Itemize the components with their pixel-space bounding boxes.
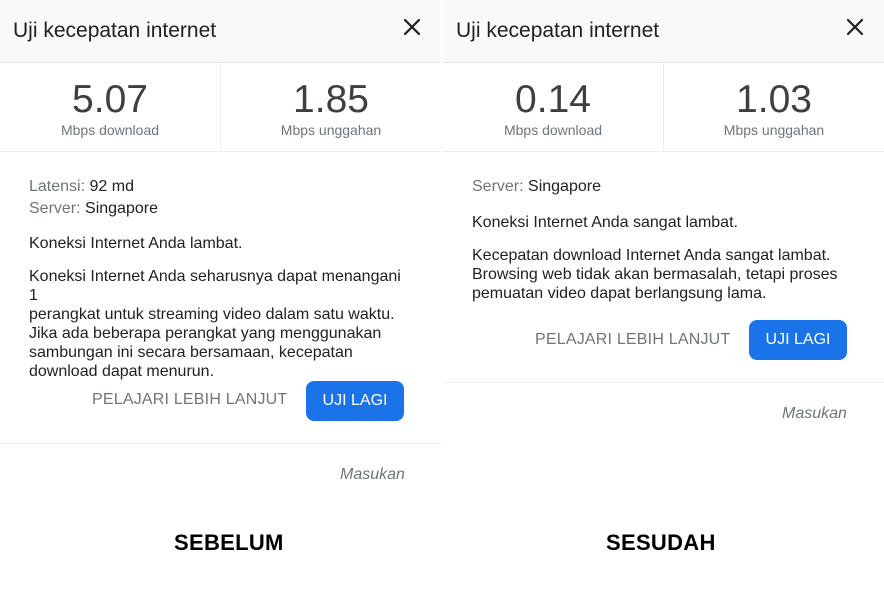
details-line: pemuatan video dapat berlangsung lama. xyxy=(472,285,767,302)
details-line: download dapat menurun. xyxy=(29,363,215,380)
details-text: Kecepatan download Internet Anda sangat … xyxy=(472,246,855,303)
details-text: Koneksi Internet Anda seharusnya dapat m… xyxy=(29,267,412,381)
feedback-link[interactable]: Masukan xyxy=(782,405,847,423)
panel-header: Uji kecepatan internet xyxy=(0,0,441,63)
caption-label: SEBELUM xyxy=(174,530,284,555)
server-value: Singapore xyxy=(528,178,601,195)
learn-more-button[interactable]: PELAJARI LEBIH LANJUT xyxy=(535,331,730,349)
feedback-link[interactable]: Masukan xyxy=(340,466,405,484)
download-unit: Mbps download xyxy=(60,122,160,138)
panel-title: Uji kecepatan internet xyxy=(456,19,660,42)
latency-value: 92 md xyxy=(89,178,134,195)
server-line: Server: Singapore xyxy=(29,199,412,218)
upload-unit: Mbps unggahan xyxy=(280,122,382,138)
details-line: perangkat untuk streaming video dalam sa… xyxy=(29,306,395,323)
upload-unit: Mbps unggahan xyxy=(723,122,825,138)
latency-label: Latensi: xyxy=(29,178,86,195)
details-line: sambungan ini secara bersamaan, kecepata… xyxy=(29,344,353,361)
upload-stat: 1.85 Mbps unggahan xyxy=(220,63,441,151)
retry-button[interactable]: UJI LAGI xyxy=(749,320,847,360)
divider xyxy=(443,382,884,383)
details-line: Kecepatan download Internet Anda sangat … xyxy=(472,247,831,264)
details-line: Jika ada beberapa perangkat yang menggun… xyxy=(29,325,382,342)
download-value: 0.14 xyxy=(515,78,591,121)
upload-value: 1.85 xyxy=(293,78,369,121)
upload-stat: 1.03 Mbps unggahan xyxy=(663,63,884,151)
server-line: Server: Singapore xyxy=(472,177,855,196)
server-label: Server: xyxy=(29,200,81,217)
server-value: Singapore xyxy=(85,200,158,217)
learn-more-button[interactable]: PELAJARI LEBIH LANJUT xyxy=(92,391,287,409)
details-line: Koneksi Internet Anda seharusnya dapat m… xyxy=(29,268,401,304)
download-stat: 5.07 Mbps download xyxy=(0,63,220,151)
speed-stats: 5.07 Mbps download 1.85 Mbps unggahan xyxy=(0,63,441,152)
summary-text: Koneksi Internet Anda lambat. xyxy=(29,235,243,252)
retry-button[interactable]: UJI LAGI xyxy=(306,381,404,421)
summary-text: Koneksi Internet Anda sangat lambat. xyxy=(472,214,738,231)
speed-test-panel-after: Uji kecepatan internet 0.14 Mbps downloa… xyxy=(443,0,884,609)
close-icon[interactable] xyxy=(844,16,866,38)
download-stat: 0.14 Mbps download xyxy=(443,63,663,151)
panel-header: Uji kecepatan internet xyxy=(443,0,884,63)
result-body: Latensi: 92 md Server: Singapore Koneksi… xyxy=(0,177,441,381)
close-icon[interactable] xyxy=(401,16,423,38)
speed-test-panel-before: Uji kecepatan internet 5.07 Mbps downloa… xyxy=(0,0,441,609)
panel-title: Uji kecepatan internet xyxy=(13,19,217,42)
download-value: 5.07 xyxy=(72,78,148,121)
caption-label: SESUDAH xyxy=(606,530,716,555)
speed-stats: 0.14 Mbps download 1.03 Mbps unggahan xyxy=(443,63,884,152)
result-body: Server: Singapore Koneksi Internet Anda … xyxy=(443,177,884,303)
divider xyxy=(0,443,441,444)
server-label: Server: xyxy=(472,178,524,195)
upload-value: 1.03 xyxy=(736,78,812,121)
download-unit: Mbps download xyxy=(503,122,603,138)
latency-line: Latensi: 92 md xyxy=(29,177,412,196)
details-line: Browsing web tidak akan bermasalah, teta… xyxy=(472,266,838,283)
